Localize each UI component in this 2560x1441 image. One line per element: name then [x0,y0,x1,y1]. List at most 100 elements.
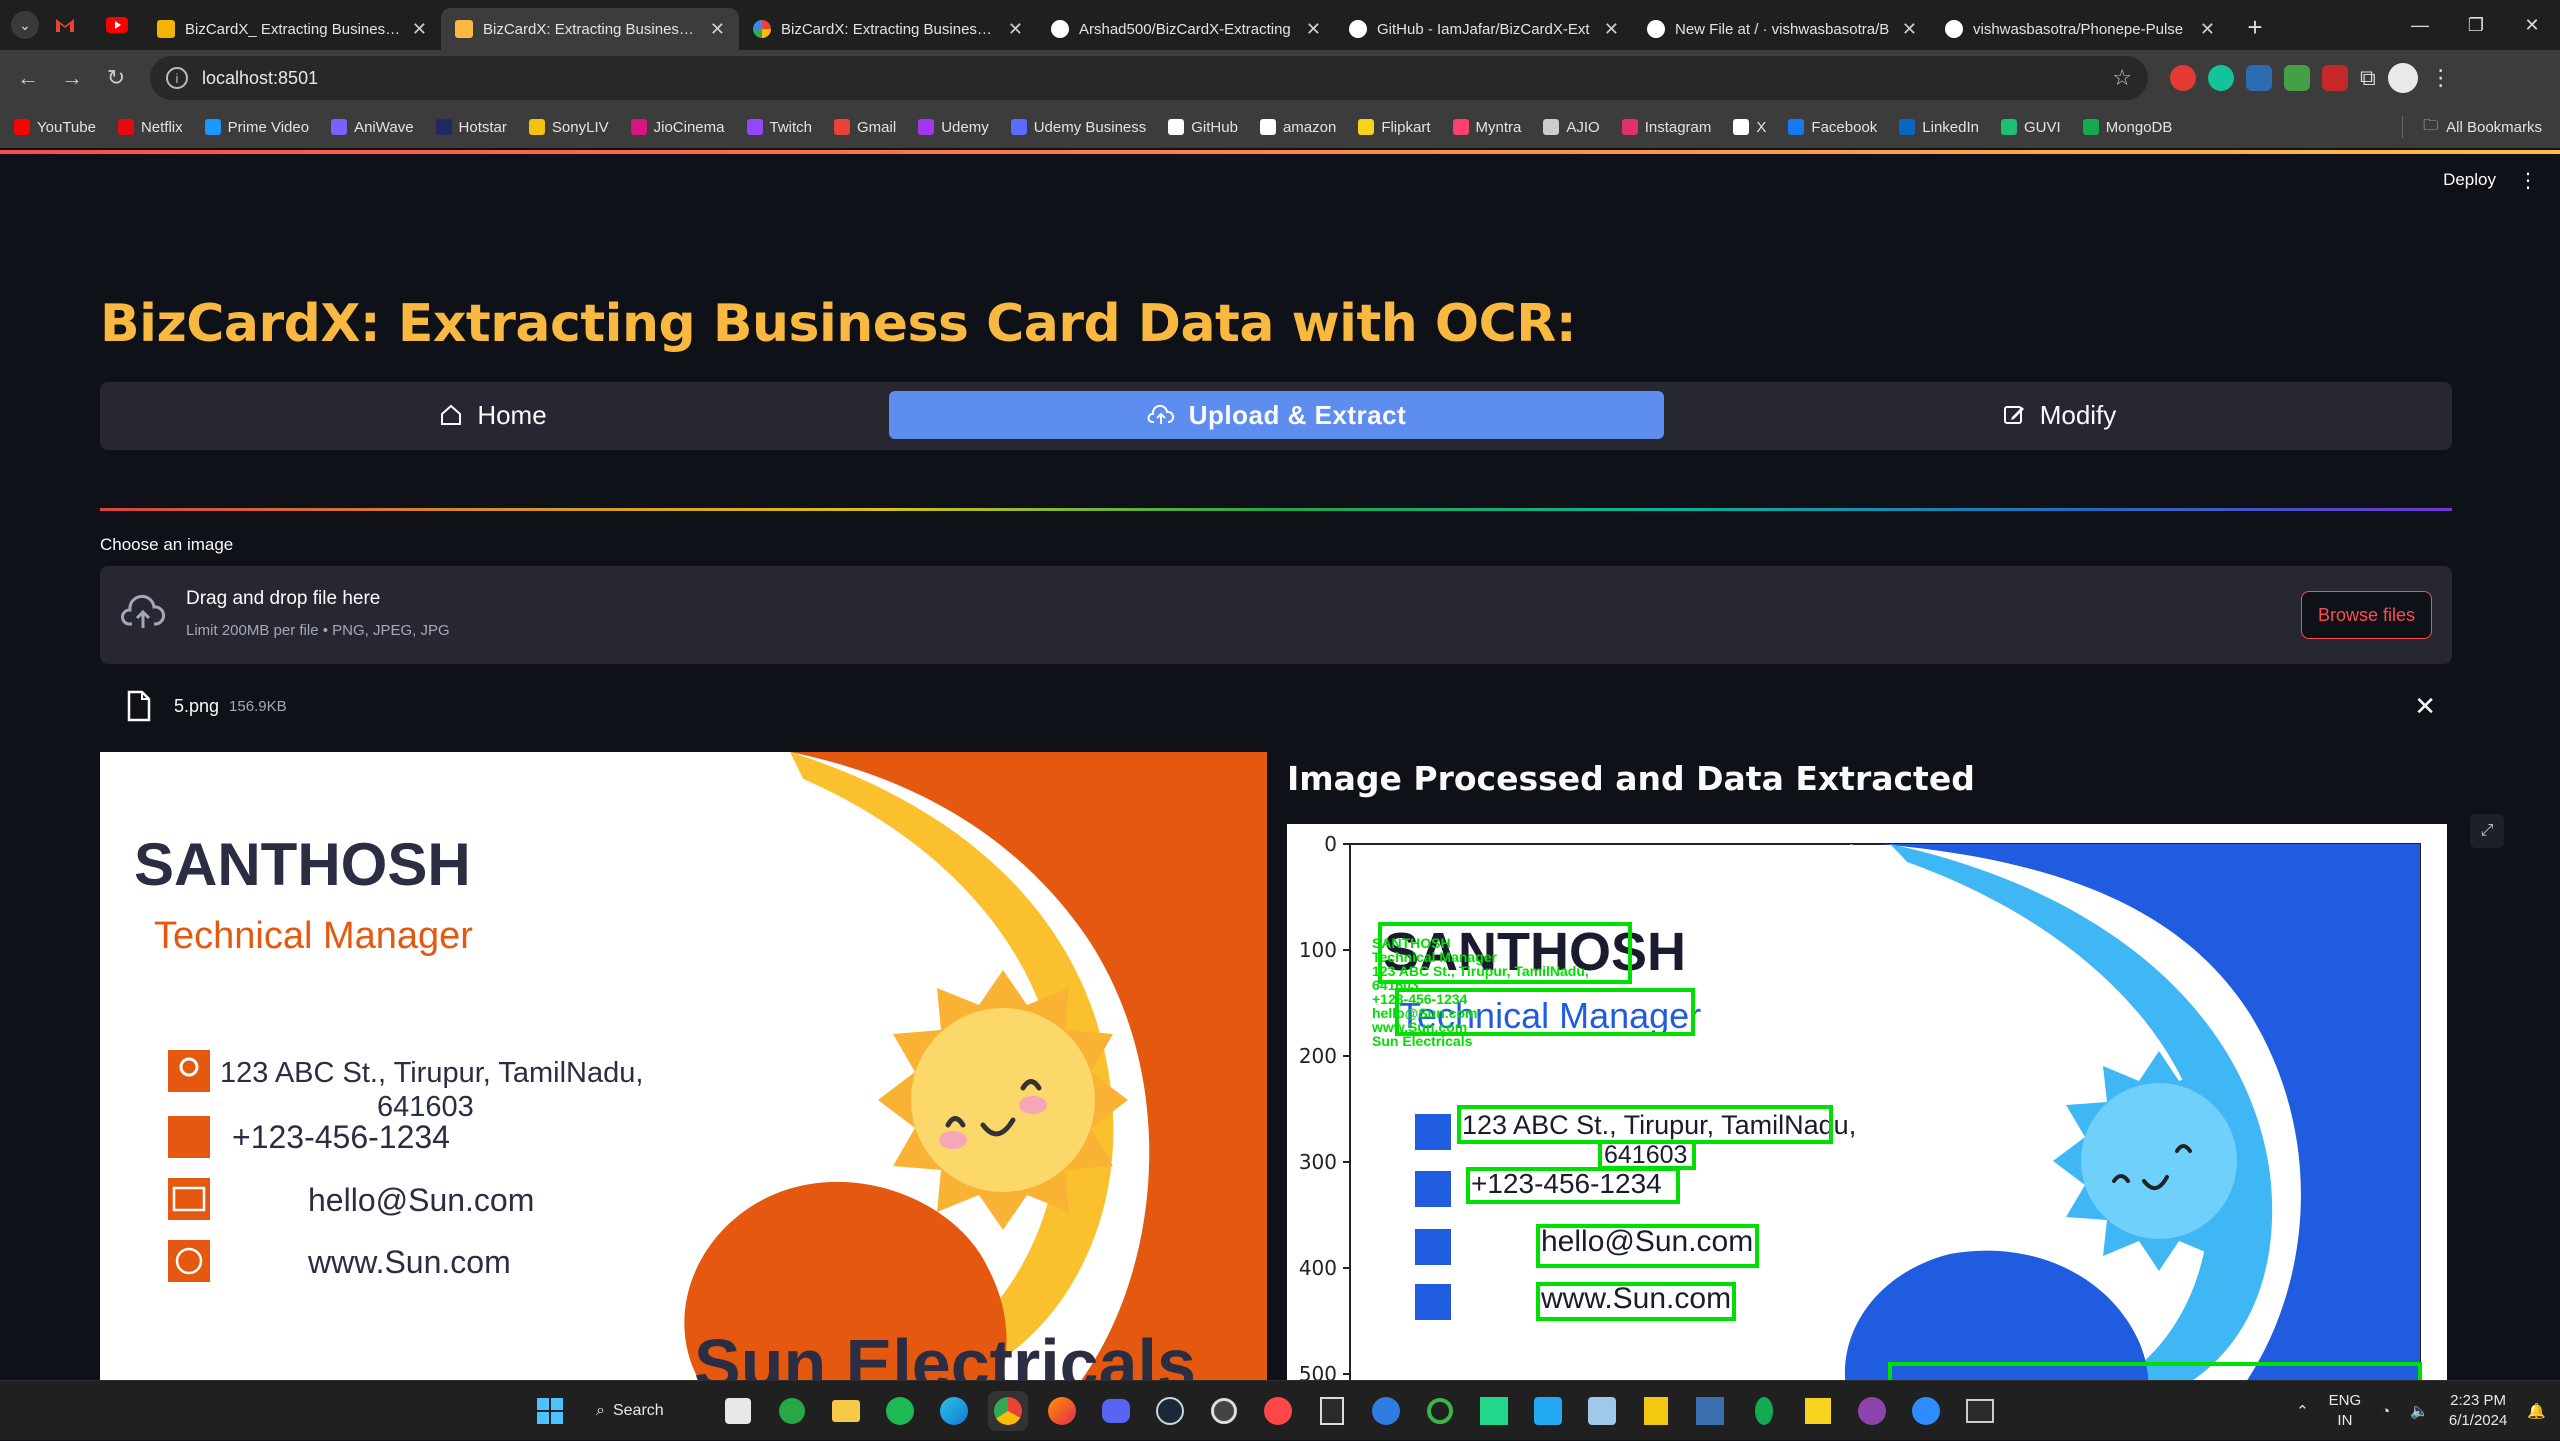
minimize-icon[interactable]: — [2392,0,2448,50]
language-indicator[interactable]: ENG IN [2329,1391,2362,1431]
widgets-icon[interactable] [718,1391,758,1431]
discord-icon[interactable] [1096,1391,1136,1431]
notification-bell-icon[interactable]: 🔔 [2527,1402,2546,1420]
forward-button[interactable]: → [50,56,94,100]
extension-icon[interactable] [2322,65,2348,91]
close-tab-icon[interactable]: ✕ [1008,19,1023,40]
bookmark-item[interactable]: Facebook [1788,119,1877,136]
streamlit-app: Deploy ⋮ BizCardX: Extracting Business C… [0,154,2560,1380]
browser-tab[interactable]: vishwasbasotra/Phonepe-Pulse ✕ [1931,8,2229,50]
bookmark-star-icon[interactable]: ☆ [2112,65,2132,91]
close-window-icon[interactable]: ✕ [2504,0,2560,50]
firefox-icon[interactable] [1042,1391,1082,1431]
bookmark-item[interactable]: Instagram [1621,119,1711,136]
zoom-icon[interactable] [1906,1391,1946,1431]
steam-icon[interactable] [1150,1391,1190,1431]
bookmark-item[interactable]: AniWave [331,119,414,136]
app-icon[interactable] [1420,1391,1460,1431]
power-bi-icon[interactable] [1636,1391,1676,1431]
app-icon[interactable] [1582,1391,1622,1431]
bookmark-item[interactable]: SonyLIV [528,119,609,136]
bookmark-item[interactable]: amazon [1259,119,1336,136]
remove-file-icon[interactable]: ✕ [2414,691,2436,722]
bookmark-item[interactable]: Prime Video [204,119,309,136]
fullscreen-icon[interactable]: ⤢ [2470,814,2504,848]
profile-avatar[interactable] [2387,63,2418,93]
ea-icon[interactable] [1258,1391,1298,1431]
app-icon[interactable] [1690,1391,1730,1431]
windows-start-icon[interactable] [530,1391,570,1431]
close-tab-icon[interactable]: ✕ [1306,19,1321,40]
bookmark-item[interactable]: Flipkart [1358,119,1431,136]
bookmark-item[interactable]: GitHub [1168,119,1238,136]
all-bookmarks-button[interactable]: 🗀 All Bookmarks [2402,106,2542,148]
bookmark-item[interactable]: Myntra [1452,119,1521,136]
reload-button[interactable]: ↻ [94,56,138,100]
main-menu-icon[interactable]: ⋮ [2518,168,2538,193]
close-tab-icon[interactable]: ✕ [1902,19,1917,40]
browser-tab[interactable]: New File at / · vishwasbasotra/B ✕ [1633,8,1931,50]
wifi-icon[interactable]: ◔ [2381,1403,2390,1420]
bookmark-item[interactable]: X [1733,119,1766,136]
bookmark-item[interactable]: Hotstar [435,119,507,136]
bookmark-item[interactable]: Udemy [918,119,989,136]
site-info-icon[interactable]: i [166,67,188,89]
clock[interactable]: 2:23 PM 6/1/2024 [2449,1391,2507,1431]
close-tab-icon[interactable]: ✕ [2200,19,2215,40]
file-explorer-icon[interactable] [826,1391,866,1431]
nav-upload-extract[interactable]: Upload & Extract [889,391,1664,439]
tab-search-button[interactable]: ⌄ [11,11,39,39]
bookmark-item[interactable]: AJIO [1543,119,1600,136]
new-tab-button[interactable]: + [2237,9,2273,45]
bookmark-item[interactable]: MongoDB [2082,119,2172,136]
sticky-notes-icon[interactable] [1798,1391,1838,1431]
extension-icon[interactable] [2246,65,2272,91]
taskbar-search[interactable]: ⌕ Search [584,1391,704,1431]
browser-tab[interactable]: BizCardX: Extracting Business C ✕ [739,8,1037,50]
browser-tab[interactable]: Arshad500/BizCardX-Extracting ✕ [1037,8,1335,50]
extensions-puzzle-icon[interactable]: ⧉ [2360,65,2376,91]
deploy-button[interactable]: Deploy [2443,170,2496,190]
epic-games-icon[interactable] [1312,1391,1352,1431]
grammarly-extension-icon[interactable] [2208,65,2234,91]
file-dropzone[interactable]: Drag and drop file here Limit 200MB per … [100,566,2452,664]
close-tab-icon[interactable]: ✕ [1604,19,1619,40]
browser-tab[interactable]: BizCardX_ Extracting Business C ✕ [143,8,441,50]
spotify-icon[interactable] [880,1391,920,1431]
chrome-icon[interactable] [988,1391,1028,1431]
browse-files-button[interactable]: Browse files [2301,591,2432,639]
app-icon[interactable] [1366,1391,1406,1431]
browser-tab[interactable]: GitHub - IamJafar/BizCardX-Ext ✕ [1335,8,1633,50]
mongodb-compass-icon[interactable] [1744,1391,1784,1431]
pycharm-icon[interactable] [1474,1391,1514,1431]
bookmark-item[interactable]: Twitch [746,119,812,136]
pinned-tab-youtube[interactable] [91,0,143,50]
address-bar[interactable]: i localhost:8501 ☆ [150,56,2148,100]
bookmark-item[interactable]: Gmail [834,119,896,136]
edge-icon[interactable] [934,1391,974,1431]
restore-icon[interactable]: ❐ [2448,0,2504,50]
chevron-up-icon[interactable]: ⌃ [2296,1402,2309,1420]
chrome-menu-icon[interactable]: ⋮ [2430,65,2452,91]
terminal-icon[interactable] [1960,1391,2000,1431]
pinned-tab-gmail[interactable] [39,0,91,50]
extension-icon[interactable] [2284,65,2310,91]
back-button[interactable]: ← [6,56,50,100]
bookmark-item[interactable]: JioCinema [630,119,725,136]
bookmark-item[interactable]: Netflix [117,119,183,136]
adblock-extension-icon[interactable] [2170,65,2196,91]
xbox-icon[interactable] [772,1391,812,1431]
obs-icon[interactable] [1204,1391,1244,1431]
github-desktop-icon[interactable] [1852,1391,1892,1431]
nav-modify[interactable]: Modify [1674,391,2444,439]
bookmark-item[interactable]: Udemy Business [1010,119,1146,136]
close-tab-icon[interactable]: ✕ [710,19,725,40]
bookmark-item[interactable]: LinkedIn [1899,119,1979,136]
volume-icon[interactable]: 🔈 [2410,1402,2429,1420]
vscode-icon[interactable] [1528,1391,1568,1431]
close-tab-icon[interactable]: ✕ [412,19,427,40]
nav-home[interactable]: Home [108,391,878,439]
bookmark-item[interactable]: GUVI [2001,119,2061,136]
browser-tab-active[interactable]: BizCardX: Extracting Business C ✕ [441,8,739,50]
bookmark-item[interactable]: YouTube [14,119,96,136]
